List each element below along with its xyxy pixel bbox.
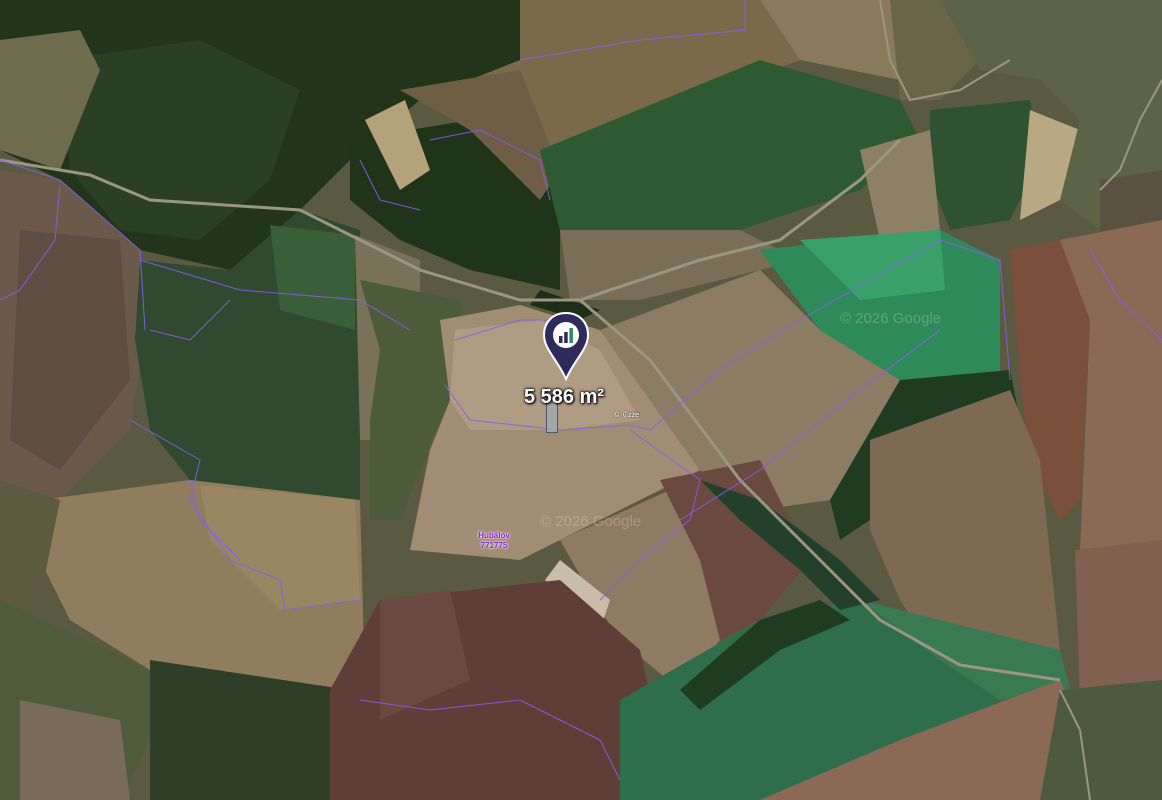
bar-chart-pin-icon[interactable] [541,311,591,383]
provider-logo: © Ⓖzze [614,412,639,419]
cadastral-area-label[interactable]: Hubálov 771775 [472,531,516,551]
satellite-map[interactable]: © 2026 Google © 2026 Google 5 586 m² © Ⓖ… [0,0,1162,800]
map-attribution-watermark: © 2026 Google [540,513,642,530]
parcel-area-label: 5 586 m² [524,386,605,408]
place-code: 771775 [480,541,508,550]
place-name: Hubálov [478,531,510,540]
map-attribution-watermark: © 2026 Google [840,310,942,327]
